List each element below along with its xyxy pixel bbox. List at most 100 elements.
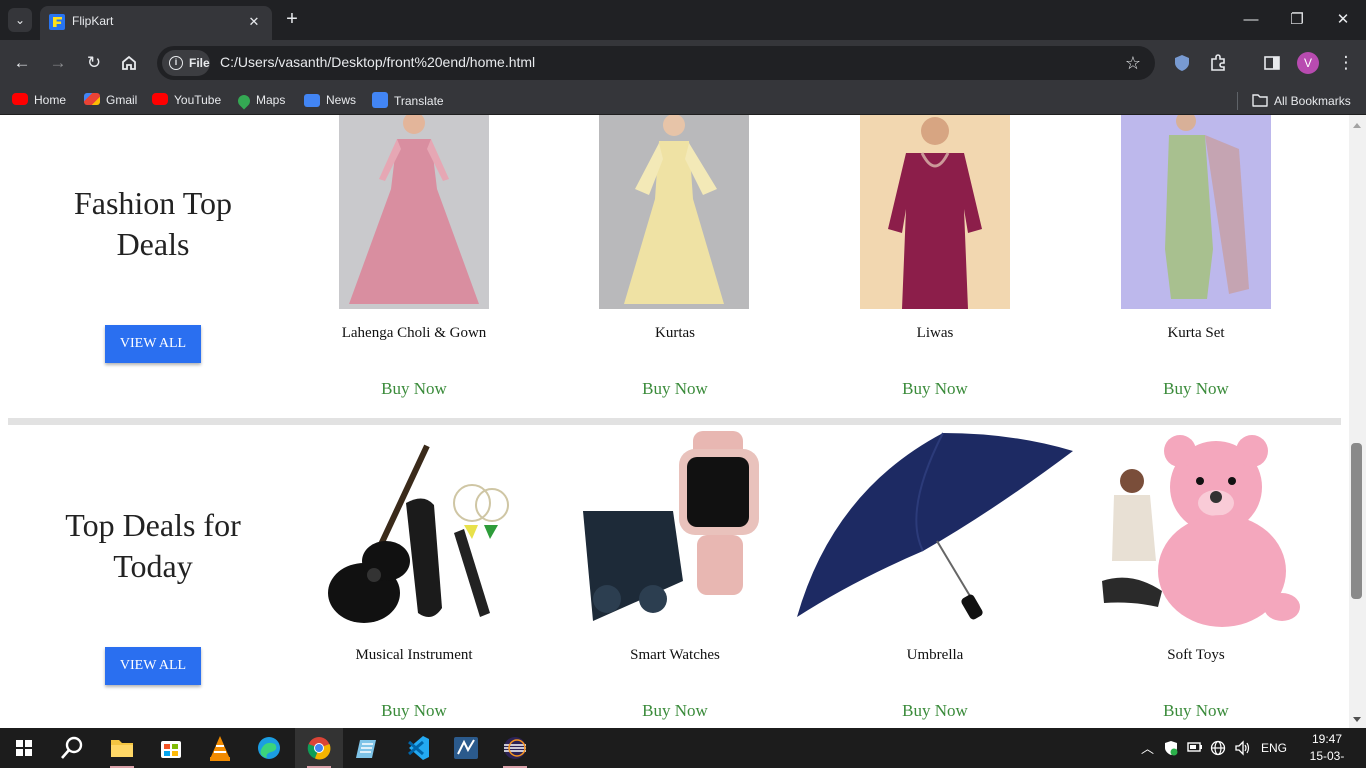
python-idle-icon[interactable] [442, 728, 490, 768]
network-globe-icon[interactable] [1210, 740, 1226, 759]
youtube-icon [12, 93, 28, 105]
home-icon[interactable] [117, 51, 141, 75]
bookmark-label: News [326, 93, 357, 107]
acoustic-guitar-photo[interactable] [314, 433, 514, 629]
close-window-button[interactable]: ✕ [1320, 0, 1366, 40]
chevron-up-icon[interactable]: ︿ [1141, 738, 1154, 757]
system-clock[interactable]: 19:47 15-03-2024 [1298, 731, 1356, 768]
new-tab-button[interactable]: + [281, 9, 303, 31]
buy-now-link[interactable]: Buy Now [1086, 701, 1306, 721]
file-explorer-icon[interactable] [98, 728, 146, 768]
vlc-icon[interactable] [196, 728, 244, 768]
product-name: Kurta Set [1167, 325, 1225, 341]
notepad-icon[interactable] [344, 728, 392, 768]
site-info-label: File [189, 56, 210, 70]
all-bookmarks-button[interactable]: All Bookmarks [1252, 92, 1351, 110]
green-kurta-set-photo[interactable] [1121, 115, 1271, 309]
bookmarks-bar: Home Gmail YouTube Maps News Translate A… [0, 86, 1366, 115]
buy-now-link[interactable]: Buy Now [304, 701, 524, 721]
bookmark-translate[interactable]: Translate [372, 92, 444, 110]
extensions-puzzle-icon[interactable] [1206, 51, 1230, 75]
eclipse-icon[interactable] [491, 728, 539, 768]
tab-search-button[interactable]: ⌄ [8, 8, 32, 32]
youtube-icon [152, 93, 168, 105]
buy-now-link[interactable]: Buy Now [304, 379, 524, 399]
bookmark-maps[interactable]: Maps [235, 92, 286, 110]
scrollbar-thumb[interactable] [1351, 443, 1362, 599]
vscode-icon[interactable] [393, 728, 441, 768]
bookmark-label: Maps [256, 93, 286, 107]
battery-icon[interactable] [1187, 740, 1203, 757]
language-indicator[interactable]: ENG [1261, 741, 1287, 755]
maps-pin-icon [235, 92, 253, 110]
section-divider [8, 418, 1341, 425]
scroll-down-arrow-icon[interactable] [1353, 717, 1361, 722]
navy-umbrella-photo[interactable] [793, 431, 1077, 631]
microsoft-store-icon[interactable] [147, 728, 195, 768]
bookmark-label: YouTube [174, 93, 222, 107]
browser-menu-icon[interactable]: ⋮ [1334, 51, 1358, 75]
section-title: Top Deals for Today [65, 507, 241, 584]
windows-start-icon[interactable] [0, 728, 48, 768]
smartwatch-earbuds-photo[interactable] [573, 431, 783, 629]
restore-button[interactable]: ❐ [1274, 0, 1320, 40]
buy-now-link[interactable]: Buy Now [565, 379, 785, 399]
profile-avatar[interactable]: V [1297, 52, 1319, 74]
clock-date: 15-03-2024 [1309, 749, 1345, 768]
back-arrow-icon[interactable]: ← [10, 51, 34, 75]
bookmark-gmail[interactable]: Gmail [84, 92, 137, 110]
volume-icon[interactable] [1234, 740, 1252, 759]
browser-toolbar: ← → ↻ i File C:/Users/vasanth/Desktop/fr… [0, 40, 1366, 86]
product-name: Soft Toys [1167, 647, 1225, 663]
bookmark-label: Translate [394, 94, 444, 108]
folder-icon [1252, 94, 1268, 107]
bookmark-star-icon[interactable]: ☆ [1125, 51, 1141, 75]
bookmark-home[interactable]: Home [12, 92, 66, 110]
info-icon: i [169, 56, 183, 70]
pink-lehenga-photo[interactable] [339, 115, 489, 309]
edge-icon[interactable] [245, 728, 293, 768]
tab-title: FlipKart [72, 14, 114, 28]
address-bar[interactable]: i File C:/Users/vasanth/Desktop/front%20… [157, 46, 1155, 80]
reload-icon[interactable]: ↻ [82, 51, 106, 75]
view-all-button[interactable]: VIEW ALL [105, 325, 201, 363]
bookmark-youtube[interactable]: YouTube [152, 92, 221, 110]
page-scrollbar[interactable] [1349, 115, 1366, 728]
gmail-icon [84, 93, 100, 105]
chrome-icon[interactable] [295, 728, 343, 768]
shield-extension-icon[interactable] [1170, 51, 1194, 75]
side-panel-icon[interactable] [1260, 51, 1284, 75]
yellow-dress-photo[interactable] [599, 115, 749, 309]
buy-now-link[interactable]: Buy Now [1086, 379, 1306, 399]
google-news-icon [304, 94, 320, 107]
url-text[interactable]: C:/Users/vasanth/Desktop/front%20end/hom… [220, 54, 535, 70]
fashion-top-deals-section: Fashion Top Deals VIEW ALL Lahenga Choli… [8, 115, 1341, 414]
section-title: Fashion Top Deals [73, 185, 233, 262]
product-name: Lahenga Choli & Gown [341, 325, 487, 341]
tab-close-icon[interactable]: ✕ [244, 12, 264, 32]
all-bookmarks-label: All Bookmarks [1274, 94, 1351, 108]
bookmark-news[interactable]: News [304, 92, 356, 110]
bookmark-label: Gmail [106, 93, 138, 107]
windows-taskbar: ︿ ENG 19:47 15-03-2024 [0, 728, 1366, 768]
view-all-button[interactable]: VIEW ALL [105, 647, 201, 685]
maroon-kurta-photo[interactable] [860, 115, 1010, 309]
browser-tab-strip: ⌄ FlipKart ✕ + — ❐ ✕ [0, 0, 1366, 40]
scroll-up-arrow-icon[interactable] [1353, 123, 1361, 128]
search-icon[interactable] [48, 728, 96, 768]
top-deals-today-section: Top Deals for Today VIEW ALL Musical Ins… [8, 431, 1341, 728]
flipkart-favicon-icon [49, 14, 65, 30]
product-name: Kurtas [655, 325, 695, 341]
minimize-button[interactable]: — [1228, 0, 1274, 40]
buy-now-link[interactable]: Buy Now [825, 701, 1045, 721]
site-info-chip[interactable]: i File [162, 50, 210, 76]
browser-tab-flipkart[interactable]: FlipKart ✕ [40, 6, 272, 40]
product-name: Liwas [916, 325, 954, 341]
buy-now-link[interactable]: Buy Now [825, 379, 1045, 399]
product-name: Umbrella [906, 647, 964, 663]
pink-teddy-bear-photo[interactable] [1092, 431, 1300, 631]
page-viewport: Fashion Top Deals VIEW ALL Lahenga Choli… [0, 115, 1349, 728]
security-shield-icon[interactable] [1164, 740, 1178, 759]
buy-now-link[interactable]: Buy Now [565, 701, 785, 721]
forward-arrow-icon[interactable]: → [46, 51, 70, 75]
